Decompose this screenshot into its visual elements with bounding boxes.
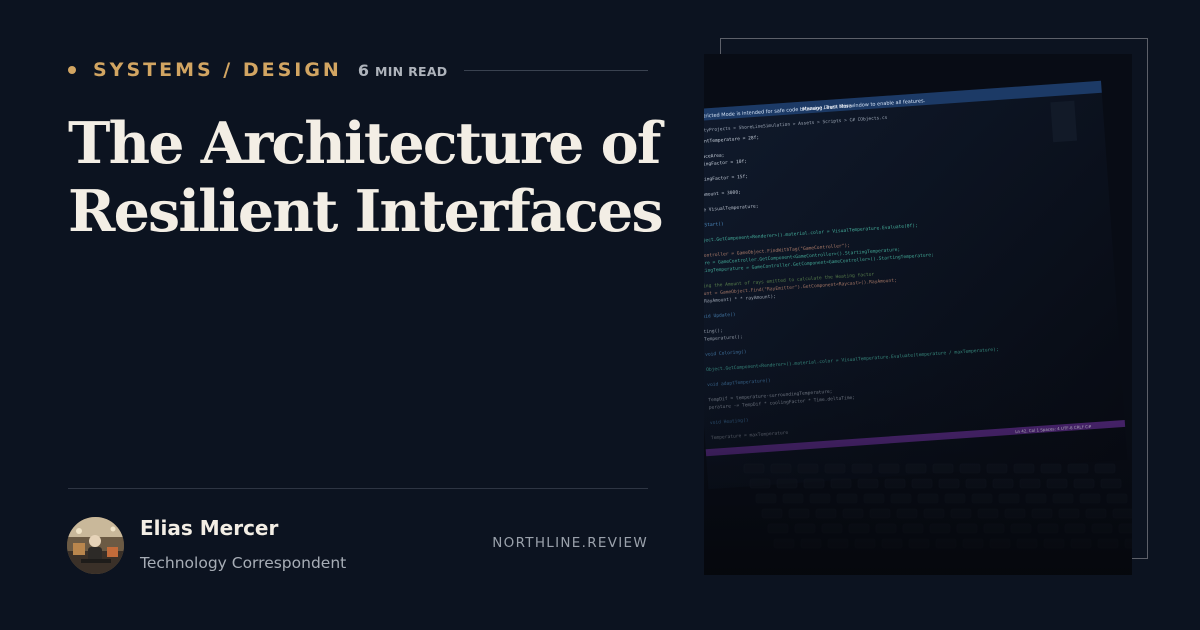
read-time-number: 6 [357,60,369,80]
editor-minimap [1050,100,1078,143]
read-time: 6 MIN READ [358,61,448,80]
hero-image: Restricted Mode is intended for safe cod… [704,54,1132,575]
article-meta-row: SYSTEMS / DESIGN 6 MIN READ [68,58,648,82]
laptop-code-photo: Restricted Mode is intended for safe cod… [704,54,1132,575]
avatar-photo-icon [67,517,124,574]
article-share-card: SYSTEMS / DESIGN 6 MIN READ The Architec… [0,0,1200,630]
article-title-line-1: The Architecture of [68,110,661,177]
article-title-line-2: Resilient Interfaces [68,178,664,245]
read-time-unit: MIN READ [374,63,448,79]
author-avatar[interactable] [67,517,124,574]
article-title[interactable]: The Architecture of Resilient Interfaces [68,110,668,246]
bullet-dot-icon [68,66,76,74]
footer-divider [68,488,648,489]
author-role: Technology Correspondent [140,554,347,572]
author-name[interactable]: Elias Mercer [140,516,278,540]
article-category[interactable]: SYSTEMS / DESIGN [93,59,342,81]
meta-divider [463,69,648,71]
site-name[interactable]: NORTHLINE.REVIEW [488,535,648,551]
